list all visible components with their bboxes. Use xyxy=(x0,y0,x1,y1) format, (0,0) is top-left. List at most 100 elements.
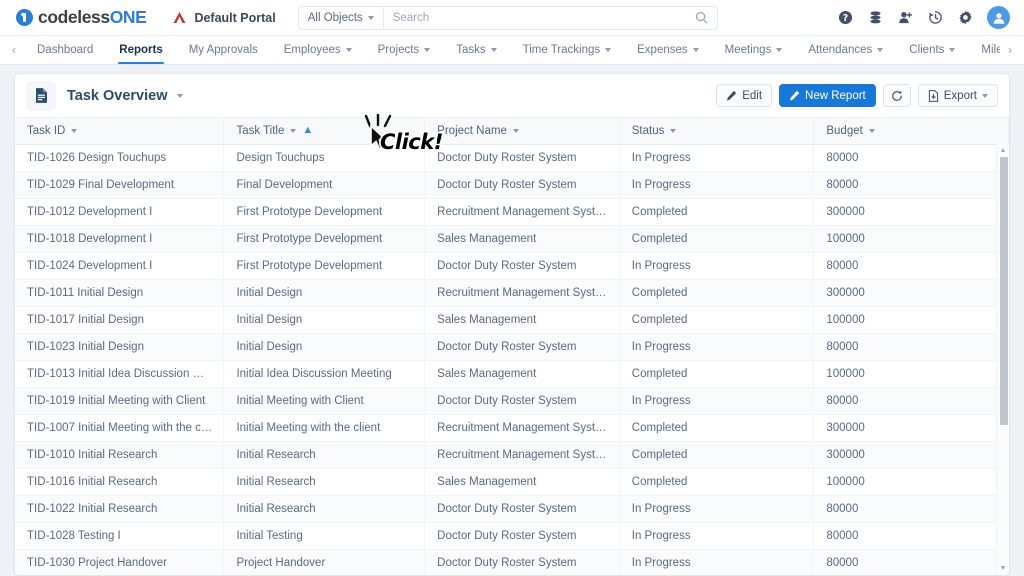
global-search[interactable]: All Objects xyxy=(297,5,718,30)
column-label: Budget xyxy=(826,124,863,137)
cell-task-title: Initial Design xyxy=(223,333,426,361)
cell-status: Completed xyxy=(619,468,815,496)
cell-task-id: TID-1026 Design Touchups xyxy=(15,144,225,172)
cell-task-title: Initial Design xyxy=(223,306,426,334)
table-row[interactable]: TID-1007 Initial Meeting with the client… xyxy=(15,414,1009,442)
column-header-task-id[interactable]: Task ID xyxy=(15,118,225,145)
cell-project-name: Doctor Duty Roster System xyxy=(424,144,620,172)
table-vertical-scrollbar[interactable]: ▲ ▼ xyxy=(996,144,1009,575)
report-header: Task Overview Edit New Report Export xyxy=(15,74,1009,118)
nav-scroll-left-icon[interactable]: ‹ xyxy=(4,36,24,64)
nav-tab-meetings[interactable]: Meetings xyxy=(712,36,796,64)
table-row[interactable]: TID-1011 Initial Design Initial Design Rec… xyxy=(15,279,1009,307)
nav-tab-attendances[interactable]: Attendances xyxy=(795,36,896,64)
chevron-down-icon xyxy=(982,93,988,98)
chevron-down-icon xyxy=(670,128,677,133)
cell-task-id: TID-1012 Development I xyxy=(15,198,225,226)
scrollbar-thumb[interactable] xyxy=(999,157,1008,425)
chevron-down-icon xyxy=(424,48,431,52)
cell-project-name: Recruitment Management System xyxy=(424,441,620,469)
nav-scroll-right-icon[interactable]: › xyxy=(1000,36,1020,64)
title-dropdown-caret-icon[interactable] xyxy=(176,93,183,98)
nav-tab-expenses[interactable]: Expenses xyxy=(624,36,712,64)
chevron-down-icon xyxy=(367,15,374,20)
scrollbar-track[interactable] xyxy=(997,157,1009,562)
new-report-button[interactable]: New Report xyxy=(779,84,876,107)
pencil-icon xyxy=(727,90,737,101)
search-icon[interactable] xyxy=(686,11,717,24)
cell-task-id: TID-1019 Initial Meeting with Client xyxy=(15,387,225,415)
table-row[interactable]: TID-1012 Development I First Prototype De… xyxy=(15,198,1009,226)
export-file-icon xyxy=(928,89,938,102)
help-icon[interactable]: ? xyxy=(837,10,853,26)
cell-status: In Progress xyxy=(619,522,815,550)
cell-status: Completed xyxy=(619,198,815,226)
user-avatar[interactable] xyxy=(987,6,1010,29)
search-scope-dropdown[interactable]: All Objects xyxy=(299,6,384,29)
table-row[interactable]: TID-1019 Initial Meeting with Client Init… xyxy=(15,387,1009,415)
table-row[interactable]: TID-1024 Development I First Prototype De… xyxy=(15,252,1009,280)
cell-task-title: First Prototype Development xyxy=(223,225,426,253)
export-button[interactable]: Export xyxy=(917,84,998,107)
cell-project-name: Doctor Duty Roster System xyxy=(424,171,620,199)
add-user-icon[interactable] xyxy=(897,10,913,26)
cell-project-name: Sales Management xyxy=(424,306,620,334)
table-row[interactable]: TID-1017 Initial Design Initial Design Sal… xyxy=(15,306,1009,334)
cell-task-id: TID-1018 Development I xyxy=(15,225,225,253)
history-icon[interactable] xyxy=(927,10,943,26)
nav-tab-time-trackings[interactable]: Time Trackings xyxy=(510,36,625,64)
report-card: Task Overview Edit New Report Export Tas… xyxy=(14,73,1010,576)
table-row[interactable]: TID-1023 Initial Design Initial Design Doc… xyxy=(15,333,1009,361)
export-button-label: Export xyxy=(943,89,977,102)
nav-tab-employees[interactable]: Employees xyxy=(271,36,365,64)
nav-tab-milestones[interactable]: Milestones xyxy=(968,36,1000,64)
table-row[interactable]: TID-1018 Development I First Prototype De… xyxy=(15,225,1009,253)
nav-tab-dashboard[interactable]: Dashboard xyxy=(24,36,106,64)
cell-status: In Progress xyxy=(619,549,815,575)
search-input[interactable] xyxy=(383,6,686,29)
cell-status: In Progress xyxy=(619,252,815,280)
nav-tab-projects[interactable]: Projects xyxy=(365,36,444,64)
sort-ascending-icon[interactable]: ▲ xyxy=(302,125,313,136)
table-row[interactable]: TID-1010 Initial Research Initial Researc… xyxy=(15,441,1009,469)
scroll-down-arrow-icon[interactable]: ▼ xyxy=(1000,562,1007,575)
column-header-status[interactable]: Status xyxy=(619,118,815,145)
nav-tab-my-approvals[interactable]: My Approvals xyxy=(176,36,271,64)
table-row[interactable]: TID-1026 Design Touchups Design Touchups D… xyxy=(15,144,1009,172)
nav-tab-reports[interactable]: Reports xyxy=(106,36,175,64)
cell-project-name: Doctor Duty Roster System xyxy=(424,495,620,523)
nav-tab-tasks[interactable]: Tasks xyxy=(443,36,509,64)
app-logo[interactable]: codelessONE xyxy=(16,7,147,28)
column-header-task-title[interactable]: Task Title ▲ xyxy=(223,118,426,145)
database-icon[interactable] xyxy=(867,10,883,26)
table-row[interactable]: TID-1030 Project Handover Project Handove… xyxy=(15,549,1009,575)
new-report-button-label: New Report xyxy=(805,89,866,102)
cell-task-id: TID-1028 Testing I xyxy=(15,522,225,550)
column-header-project-name[interactable]: Project Name xyxy=(424,118,620,145)
column-header-budget[interactable]: Budget xyxy=(813,118,1009,145)
edit-button[interactable]: Edit xyxy=(716,84,773,107)
nav-tab-clients[interactable]: Clients xyxy=(896,36,968,64)
scroll-up-arrow-icon[interactable]: ▲ xyxy=(1000,144,1007,157)
task-table: Task ID Task Title ▲ Project Name Status … xyxy=(15,118,1009,575)
search-scope-label: All Objects xyxy=(307,11,363,24)
chevron-down-icon xyxy=(490,48,497,52)
cell-task-id: TID-1010 Initial Research xyxy=(15,441,225,469)
cell-status: In Progress xyxy=(619,495,815,523)
cell-task-id: TID-1017 Initial Design xyxy=(15,306,225,334)
cell-budget: 80000 xyxy=(813,549,1009,575)
report-actions: Edit New Report Export xyxy=(716,84,998,107)
settings-gear-icon[interactable] xyxy=(957,10,973,26)
table-row[interactable]: TID-1022 Initial Research Initial Researc… xyxy=(15,495,1009,523)
refresh-button[interactable] xyxy=(882,84,911,107)
table-row[interactable]: TID-1016 Initial Research Initial Researc… xyxy=(15,468,1009,496)
chevron-down-icon xyxy=(692,48,699,52)
cell-budget: 80000 xyxy=(813,387,1009,415)
logo-text-part2: ONE xyxy=(109,7,147,27)
cell-task-title: Final Development xyxy=(223,171,426,199)
table-row[interactable]: TID-1029 Final Development Final Developm… xyxy=(15,171,1009,199)
portal-selector[interactable]: Default Portal xyxy=(172,11,276,25)
table-row[interactable]: TID-1013 Initial Idea Discussion Meet...… xyxy=(15,360,1009,388)
table-row[interactable]: TID-1028 Testing I Initial Testing Doctor … xyxy=(15,522,1009,550)
cell-status: In Progress xyxy=(619,144,815,172)
